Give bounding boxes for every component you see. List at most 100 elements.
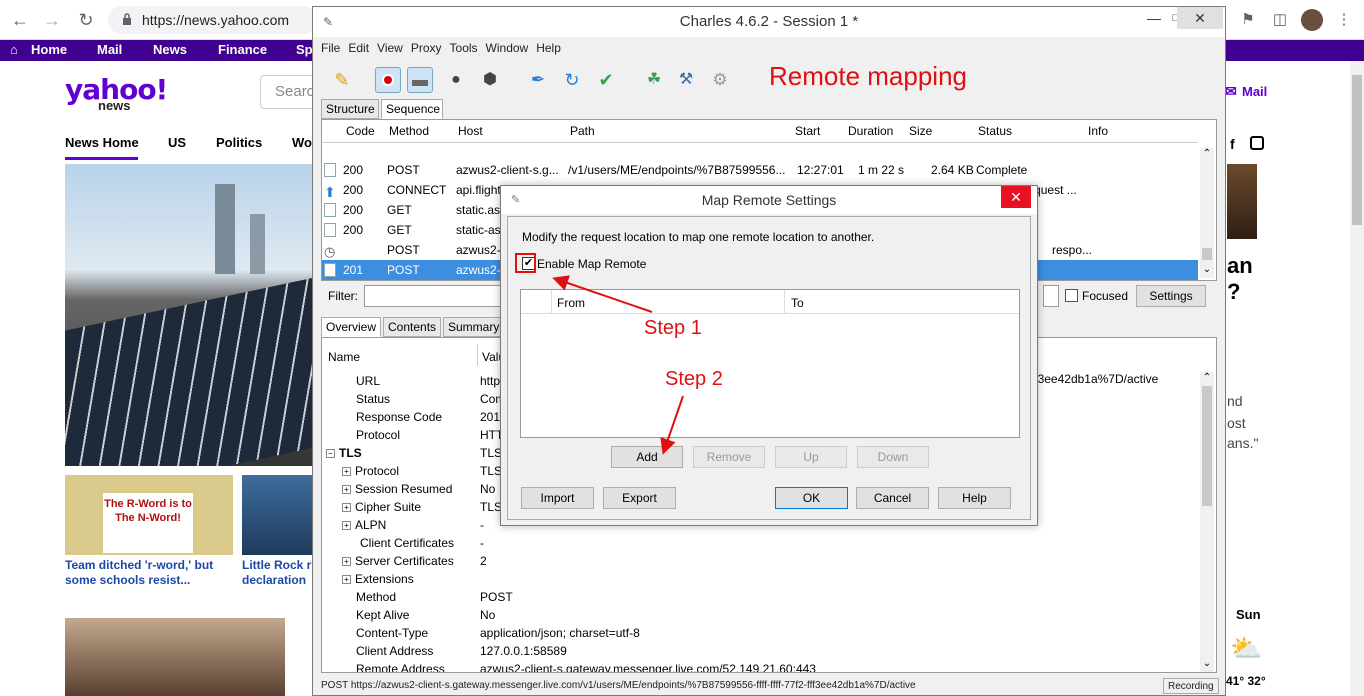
refresh-icon[interactable]: ↻: [559, 67, 585, 93]
settings-button[interactable]: Settings: [1136, 285, 1206, 307]
subnav-news-home[interactable]: News Home: [65, 135, 139, 150]
detail-row[interactable]: + Server Certificates 2: [322, 552, 1202, 570]
sidebar-icon[interactable]: ◫: [1268, 8, 1292, 32]
nav-mail[interactable]: Mail: [97, 42, 122, 57]
expand-icon[interactable]: +: [342, 467, 351, 477]
col-method[interactable]: Method: [389, 124, 429, 138]
scroll-down-icon[interactable]: ⌄: [1200, 264, 1214, 275]
col-from[interactable]: From: [557, 296, 585, 310]
col-duration[interactable]: Duration: [848, 124, 893, 138]
menu-edit[interactable]: Edit: [348, 41, 369, 55]
nav-home[interactable]: Home: [31, 42, 67, 57]
expand-icon[interactable]: +: [342, 503, 351, 513]
menu-window[interactable]: Window: [486, 41, 529, 55]
pen-icon[interactable]: ✒: [525, 67, 551, 93]
home-icon[interactable]: ⌂: [10, 42, 18, 57]
detail-row[interactable]: Client Certificates -: [322, 534, 1202, 552]
forward-icon[interactable]: →: [40, 8, 64, 32]
collapse-icon[interactable]: −: [326, 449, 335, 459]
right-story-image[interactable]: [1227, 164, 1257, 239]
story2-headline[interactable]: Little Rock r declaration: [242, 558, 322, 588]
filter-input-tail[interactable]: [1043, 285, 1059, 307]
ok-button[interactable]: OK: [775, 487, 848, 509]
story2-image[interactable]: [242, 475, 315, 555]
expand-icon[interactable]: +: [342, 521, 351, 531]
menu-tools[interactable]: Tools: [450, 41, 478, 55]
col-name[interactable]: Name: [328, 350, 360, 364]
address-bar[interactable]: https://news.yahoo.com: [108, 6, 318, 34]
close-icon[interactable]: ✕: [1001, 186, 1031, 208]
detail-row[interactable]: Content-Type application/json; charset=ut…: [322, 624, 1202, 642]
close-icon[interactable]: ✕: [1177, 7, 1223, 29]
export-button[interactable]: Export: [603, 487, 676, 509]
detail-row[interactable]: + Extensions: [322, 570, 1202, 588]
instagram-icon[interactable]: [1250, 136, 1264, 150]
tab-overview[interactable]: Overview: [321, 317, 381, 337]
expand-icon[interactable]: +: [342, 575, 351, 585]
hero-image[interactable]: [65, 164, 315, 466]
story1-image[interactable]: The R-Word is to The N-Word!: [65, 475, 233, 555]
table-scrollbar[interactable]: ⌃ ⌄: [1200, 148, 1214, 278]
tab-structure[interactable]: Structure: [321, 99, 379, 119]
tab-contents[interactable]: Contents: [383, 317, 441, 337]
broom-icon[interactable]: ✎: [329, 67, 355, 93]
remove-button[interactable]: Remove: [693, 446, 765, 468]
reload-icon[interactable]: ↻: [74, 8, 98, 32]
col-size[interactable]: Size: [909, 124, 932, 138]
basket-icon[interactable]: ☘: [641, 67, 667, 93]
menu-view[interactable]: View: [377, 41, 403, 55]
menu-help[interactable]: Help: [536, 41, 561, 55]
right-headline-1[interactable]: an: [1227, 253, 1253, 279]
subnav-world[interactable]: Wo: [292, 135, 312, 150]
cancel-button[interactable]: Cancel: [856, 487, 929, 509]
col-start[interactable]: Start: [795, 124, 820, 138]
scroll-thumb[interactable]: [1202, 248, 1212, 260]
scroll-down-icon[interactable]: ⌄: [1200, 658, 1214, 669]
col-host[interactable]: Host: [458, 124, 483, 138]
menu-icon[interactable]: ⋮: [1332, 8, 1356, 32]
story1-headline[interactable]: Team ditched 'r-word,' but some schools …: [65, 558, 235, 588]
col-status[interactable]: Status: [978, 124, 1012, 138]
back-icon[interactable]: ←: [8, 8, 32, 32]
nav-sports[interactable]: Sp: [296, 42, 313, 57]
expand-icon[interactable]: +: [342, 485, 351, 495]
col-to[interactable]: To: [791, 296, 804, 310]
add-button[interactable]: Add: [611, 446, 683, 468]
page-scrollbar[interactable]: [1350, 61, 1364, 696]
record-icon[interactable]: [375, 67, 401, 93]
scrollbar-thumb[interactable]: [1352, 75, 1362, 225]
filter-input[interactable]: [364, 285, 504, 307]
throttle-icon[interactable]: [407, 67, 433, 93]
mail-icon[interactable]: ✉: [1225, 83, 1237, 100]
check-icon[interactable]: ✔: [593, 67, 619, 93]
turtle-icon[interactable]: ●: [443, 67, 469, 93]
scroll-up-icon[interactable]: ⌃: [1200, 372, 1214, 383]
scroll-thumb[interactable]: [1202, 386, 1212, 506]
table-row[interactable]: 200 POST azwus2-client-s.g... /v1/users/…: [322, 160, 1198, 180]
col-path[interactable]: Path: [570, 124, 595, 138]
profile-avatar[interactable]: [1300, 8, 1324, 32]
subnav-politics[interactable]: Politics: [216, 135, 262, 150]
facebook-icon[interactable]: f: [1230, 136, 1235, 152]
search-input[interactable]: Searc: [260, 75, 320, 109]
detail-row[interactable]: Kept Alive No: [322, 606, 1202, 624]
import-button[interactable]: Import: [521, 487, 594, 509]
detail-row[interactable]: Client Address 127.0.0.1:58589: [322, 642, 1202, 660]
mail-link[interactable]: Mail: [1242, 84, 1267, 99]
hexagon-icon[interactable]: ⬢: [477, 67, 503, 93]
scroll-up-icon[interactable]: ⌃: [1200, 148, 1214, 159]
help-button[interactable]: Help: [938, 487, 1011, 509]
menu-proxy[interactable]: Proxy: [411, 41, 442, 55]
gear-icon[interactable]: ⚙: [707, 67, 733, 93]
menu-file[interactable]: File: [321, 41, 340, 55]
tab-sequence[interactable]: Sequence: [381, 99, 443, 119]
detail-row[interactable]: Remote Address azwus2-client-s.gateway.me…: [322, 660, 1202, 672]
up-button[interactable]: Up: [775, 446, 847, 468]
col-code[interactable]: Code: [346, 124, 375, 138]
expand-icon[interactable]: +: [342, 557, 351, 567]
nav-news[interactable]: News: [153, 42, 187, 57]
detail-scrollbar[interactable]: ⌃ ⌄: [1200, 372, 1214, 672]
focused-checkbox[interactable]: [1065, 289, 1078, 302]
nav-finance[interactable]: Finance: [218, 42, 267, 57]
tab-summary[interactable]: Summary: [443, 317, 503, 337]
